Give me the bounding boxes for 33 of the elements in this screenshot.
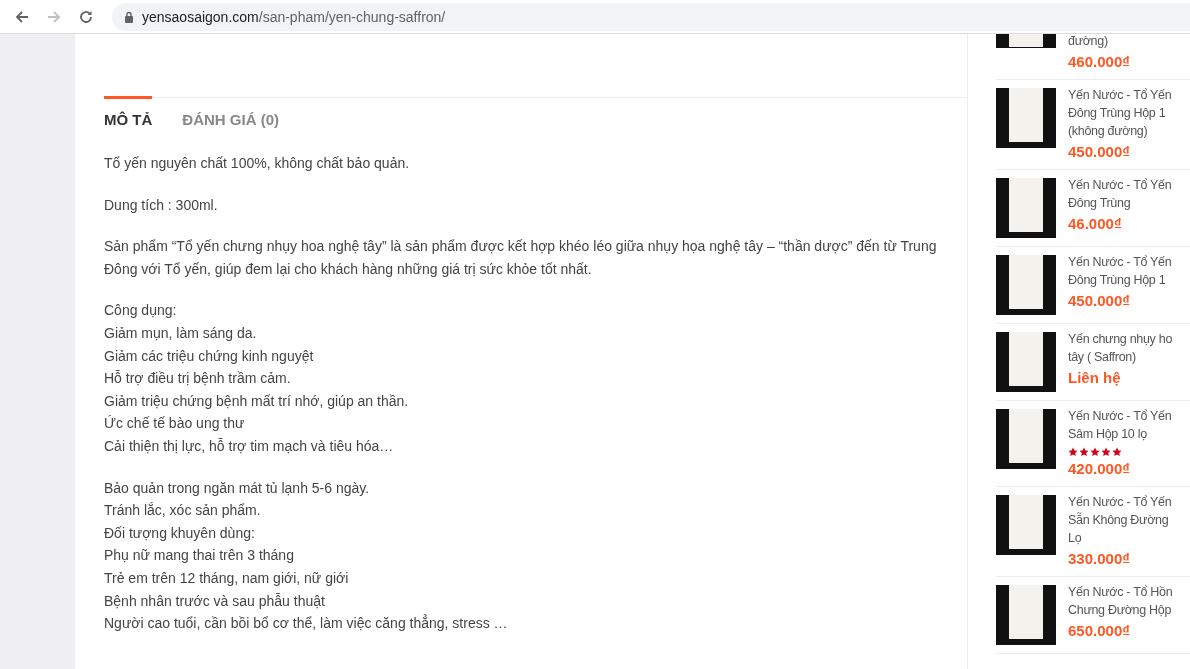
reload-icon[interactable] [78,8,94,25]
product-title[interactable]: Yến Nước - Tổ Yến Đông Trùng Hộp 1 [1068,253,1172,289]
product-price: Liên hệ [1068,369,1122,387]
star-icon [1101,447,1111,457]
product-price: 650.000₫ [1068,622,1131,640]
description-paragraph: Sản phẩm “Tổ yến chưng nhụy hoa nghệ tây” là sản phẩm được kết hợp khéo léo giữa nhụy họa nghệ tây – “thần dược” đến từ Trung Đông với Tổ yến, giúp đem lại cho khách hàng những giá trị sức khỏe tốt nhất. [104,237,938,279]
star-icon [1112,447,1122,457]
description-paragraph: Tổ yến nguyên chất 100%, không chất bảo quản. [104,154,411,173]
description-paragraph: Công dụng: Giảm mụn, làm sáng da. Giảm các triệu chứng kinh nguyệt Hỗ trợ điều trị bệnh trầm cảm. Giảm triệu chứng bệnh mất trí nhớ, giúp an thần. Ức chế tế bào ung thư Cải thiện thị lực, hỗ trợ tim mạch và tiêu hóa… [104,301,410,456]
product-title[interactable]: Yến Nước - Tổ Yến Sâm Hộp 10 lọ [1068,407,1172,443]
star-icon [1068,447,1078,457]
product-price: 450.000₫ [1068,292,1131,310]
product-title[interactable]: Yến Nước - Tổ Hồn Chưng Đường Hộp [1068,583,1173,619]
product-title[interactable]: Yến chưng nhụy ho tây ( Saffron) [1068,330,1173,366]
tab[interactable]: MÔ TẢ [104,96,153,138]
star-icon [1090,447,1100,457]
url-text: yensaosaigon.com/san-pham/yen-chung-saffron/ [142,8,446,25]
tab[interactable]: ĐÁNH GIÁ (0) [182,96,279,138]
product-title[interactable]: Yến Nước - Tổ Yến Đông Trùng [1068,176,1172,212]
description-paragraph: Bảo quản trong ngăn mát tủ lạnh 5-6 ngày. Tránh lắc, xóc sản phẩm. Đối tượng khuyên dùng: Phụ nữ mang thai trên 3 tháng Trẻ em trên 12 tháng, nam giới, nữ giới Bệnh nhân trước và sau phẫu thuật Người cao tuổi, cần bồi bổ cơ thể, làm việc căng thẳng, stress … [104,478,509,634]
lock-icon [124,10,134,23]
product-price: 460.000₫ [1068,53,1130,71]
star-icon [1079,447,1089,457]
product-price: 420.000₫ [1068,460,1131,478]
product-price: 450.000₫ [1068,143,1131,161]
product-title[interactable]: đường) [1068,34,1130,50]
description-paragraph: Dung tích : 300ml. [104,195,219,215]
address-bar[interactable]: yensaosaigon.com/san-pham/yen-chung-saffron/ [112,2,1190,31]
back-icon[interactable] [14,8,30,25]
product-title[interactable]: Yến Nước - Tổ Yến Sẵn Không Đường Lọ [1068,493,1172,547]
product-price: 330.000₫ [1068,550,1131,568]
product-title[interactable]: Yến Nước - Tổ Yến Đông Trùng Hộp 1 (không đường) [1068,86,1172,140]
product-price: 46.000₫ [1068,215,1123,233]
